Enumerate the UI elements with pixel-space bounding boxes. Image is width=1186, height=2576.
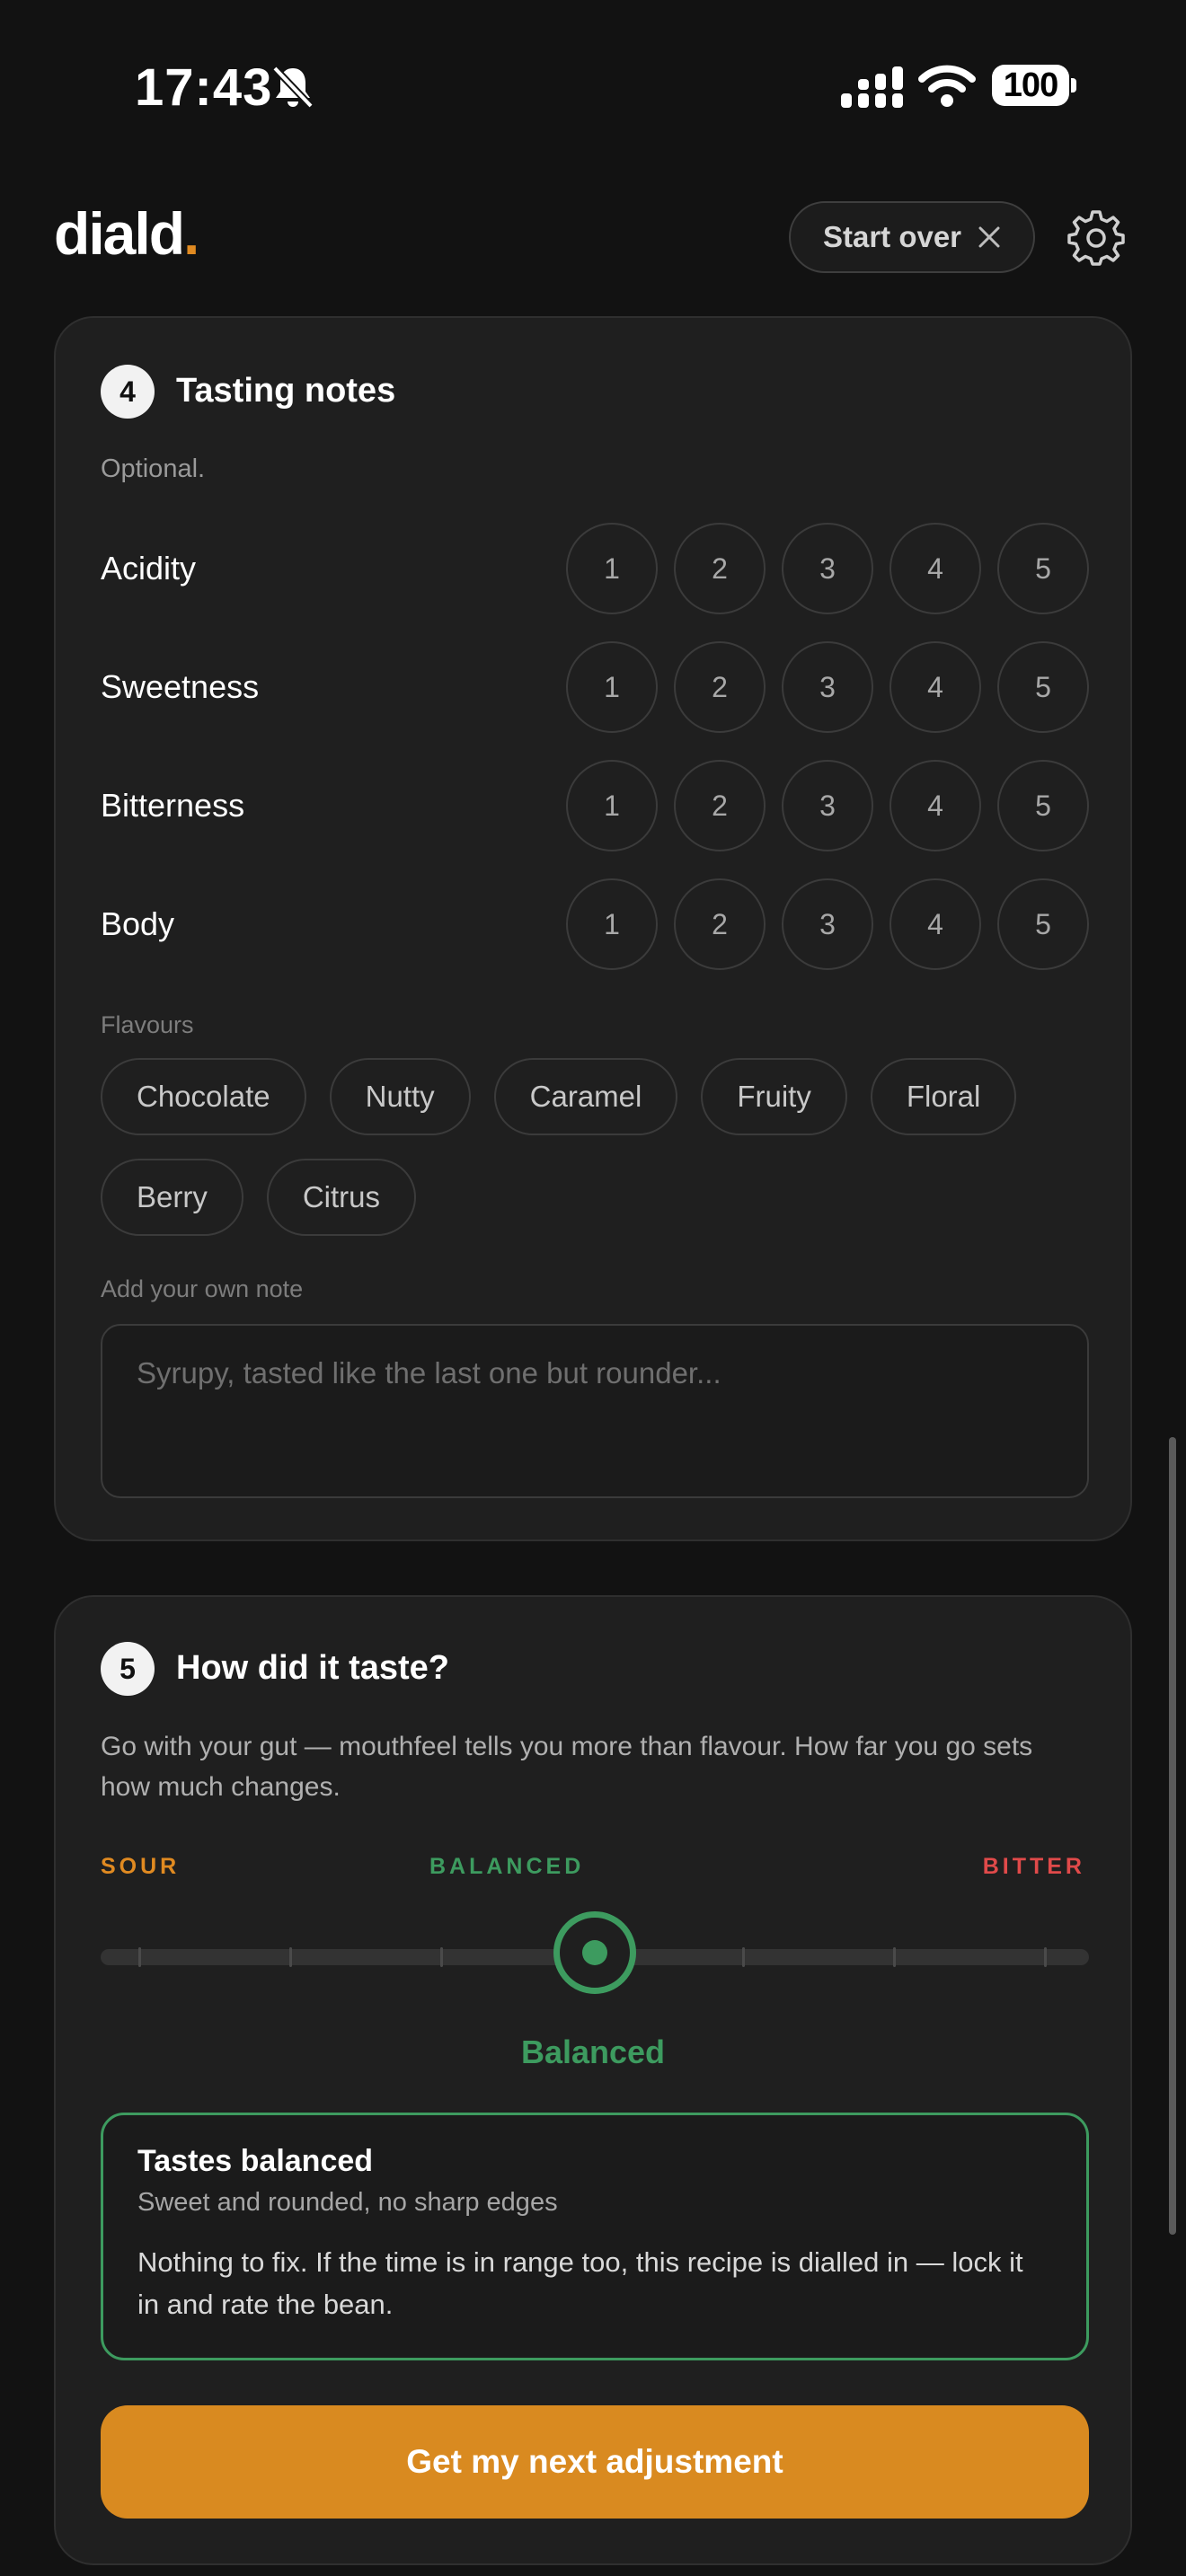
taste-description: Go with your gut — mouthfeel tells you m… [101,1732,1033,1802]
rating-option[interactable]: 4 [890,760,981,851]
rating-option[interactable]: 5 [997,760,1089,851]
step-badge: 4 [101,365,155,419]
result-body: Nothing to fix. If the time is in range … [137,2246,1023,2320]
rating-option[interactable]: 2 [674,878,766,970]
cellular-signal-icon [841,66,903,108]
flavour-chip[interactable]: Berry [101,1159,243,1236]
rating-option[interactable]: 4 [890,523,981,614]
flavours-label: Flavours [101,1011,194,1038]
flavour-chip[interactable]: Fruity [701,1058,847,1135]
rating-option[interactable]: 3 [782,523,873,614]
step-badge: 5 [101,1642,155,1696]
taste-card: 5 How did it taste? Go with your gut — m… [54,1595,1132,2565]
rating-option[interactable]: 1 [566,878,658,970]
result-title: Tastes balanced [137,2144,374,2178]
rating-option[interactable]: 3 [782,641,873,733]
battery-icon: 100 [992,65,1076,106]
rating-option[interactable]: 5 [997,523,1089,614]
flavour-chips: Chocolate Nutty Caramel Fruity Floral Be… [101,1058,1089,1236]
wifi-icon [918,65,976,107]
slider-tick [289,1947,292,1967]
status-bar: 17:43 100 [0,0,1186,171]
rating-option[interactable]: 1 [566,641,658,733]
bell-slash-icon [272,66,314,109]
flavour-chip[interactable]: Nutty [329,1058,471,1135]
rating-label: Acidity [101,550,197,587]
rating-option[interactable]: 3 [782,760,873,851]
rating-label: Body [101,905,175,942]
rating-option[interactable]: 4 [890,641,981,733]
start-over-button[interactable]: Start over [789,201,1035,273]
flavour-chip[interactable]: Floral [870,1058,1017,1135]
battery-level: 100 [992,65,1069,106]
start-over-label: Start over [822,220,962,253]
card-title: Tasting notes [176,372,396,410]
scale-label-balanced: BALANCED [429,1854,585,1879]
rating-option[interactable]: 5 [997,641,1089,733]
rating-option[interactable]: 5 [997,878,1089,970]
rating-option[interactable]: 1 [566,760,658,851]
slider-tick [440,1947,443,1967]
rating-row-acidity: Acidity 1 2 3 4 5 [101,523,1089,616]
tasting-notes-card: 4 Tasting notes Optional. Acidity 1 2 3 … [54,316,1132,1541]
gear-icon[interactable] [1067,208,1125,266]
result-subtitle: Sweet and rounded, no sharp edges [137,2188,558,2217]
rating-row-sweetness: Sweetness 1 2 3 4 5 [101,641,1089,735]
status-time: 17:43 [135,58,273,117]
rating-row-bitterness: Bitterness 1 2 3 4 5 [101,760,1089,853]
slider-tick [893,1947,896,1967]
note-label: Add your own note [101,1275,304,1302]
scrollbar[interactable] [1169,1437,1176,2235]
taste-slider-track[interactable] [101,1911,1089,1994]
note-input[interactable]: Syrupy, tasted like the last one but rou… [101,1324,1089,1498]
slider-value-label: Balanced [520,2033,666,2070]
close-icon [978,226,1000,248]
scale-label-sour: SOUR [101,1854,181,1879]
flavour-chip[interactable]: Caramel [493,1058,678,1135]
rating-option[interactable]: 4 [890,878,981,970]
slider-tick [138,1947,141,1967]
rating-label: Sweetness [101,668,260,705]
scale-label-bitter: BITTER [982,1854,1085,1879]
rating-option[interactable]: 3 [782,878,873,970]
flavour-chip[interactable]: Chocolate [101,1058,306,1135]
taste-slider-thumb[interactable] [553,1911,636,1994]
rating-option[interactable]: 1 [566,523,658,614]
result-panel: Tastes balanced Sweet and rounded, no sh… [101,2113,1089,2360]
rating-option[interactable]: 2 [674,641,766,733]
optional-label: Optional. [101,454,206,483]
rating-label: Bitterness [101,787,245,824]
rating-option[interactable]: 2 [674,523,766,614]
app-logo: diald. [54,200,199,267]
card-title: How did it taste? [176,1649,449,1687]
slider-tick [1044,1947,1047,1967]
flavour-chip[interactable]: Citrus [266,1159,417,1236]
rating-option[interactable]: 2 [674,760,766,851]
slider-tick [742,1947,745,1967]
rating-row-body: Body 1 2 3 4 5 [101,878,1089,972]
next-adjustment-button[interactable]: Get my next adjustment [101,2405,1089,2519]
